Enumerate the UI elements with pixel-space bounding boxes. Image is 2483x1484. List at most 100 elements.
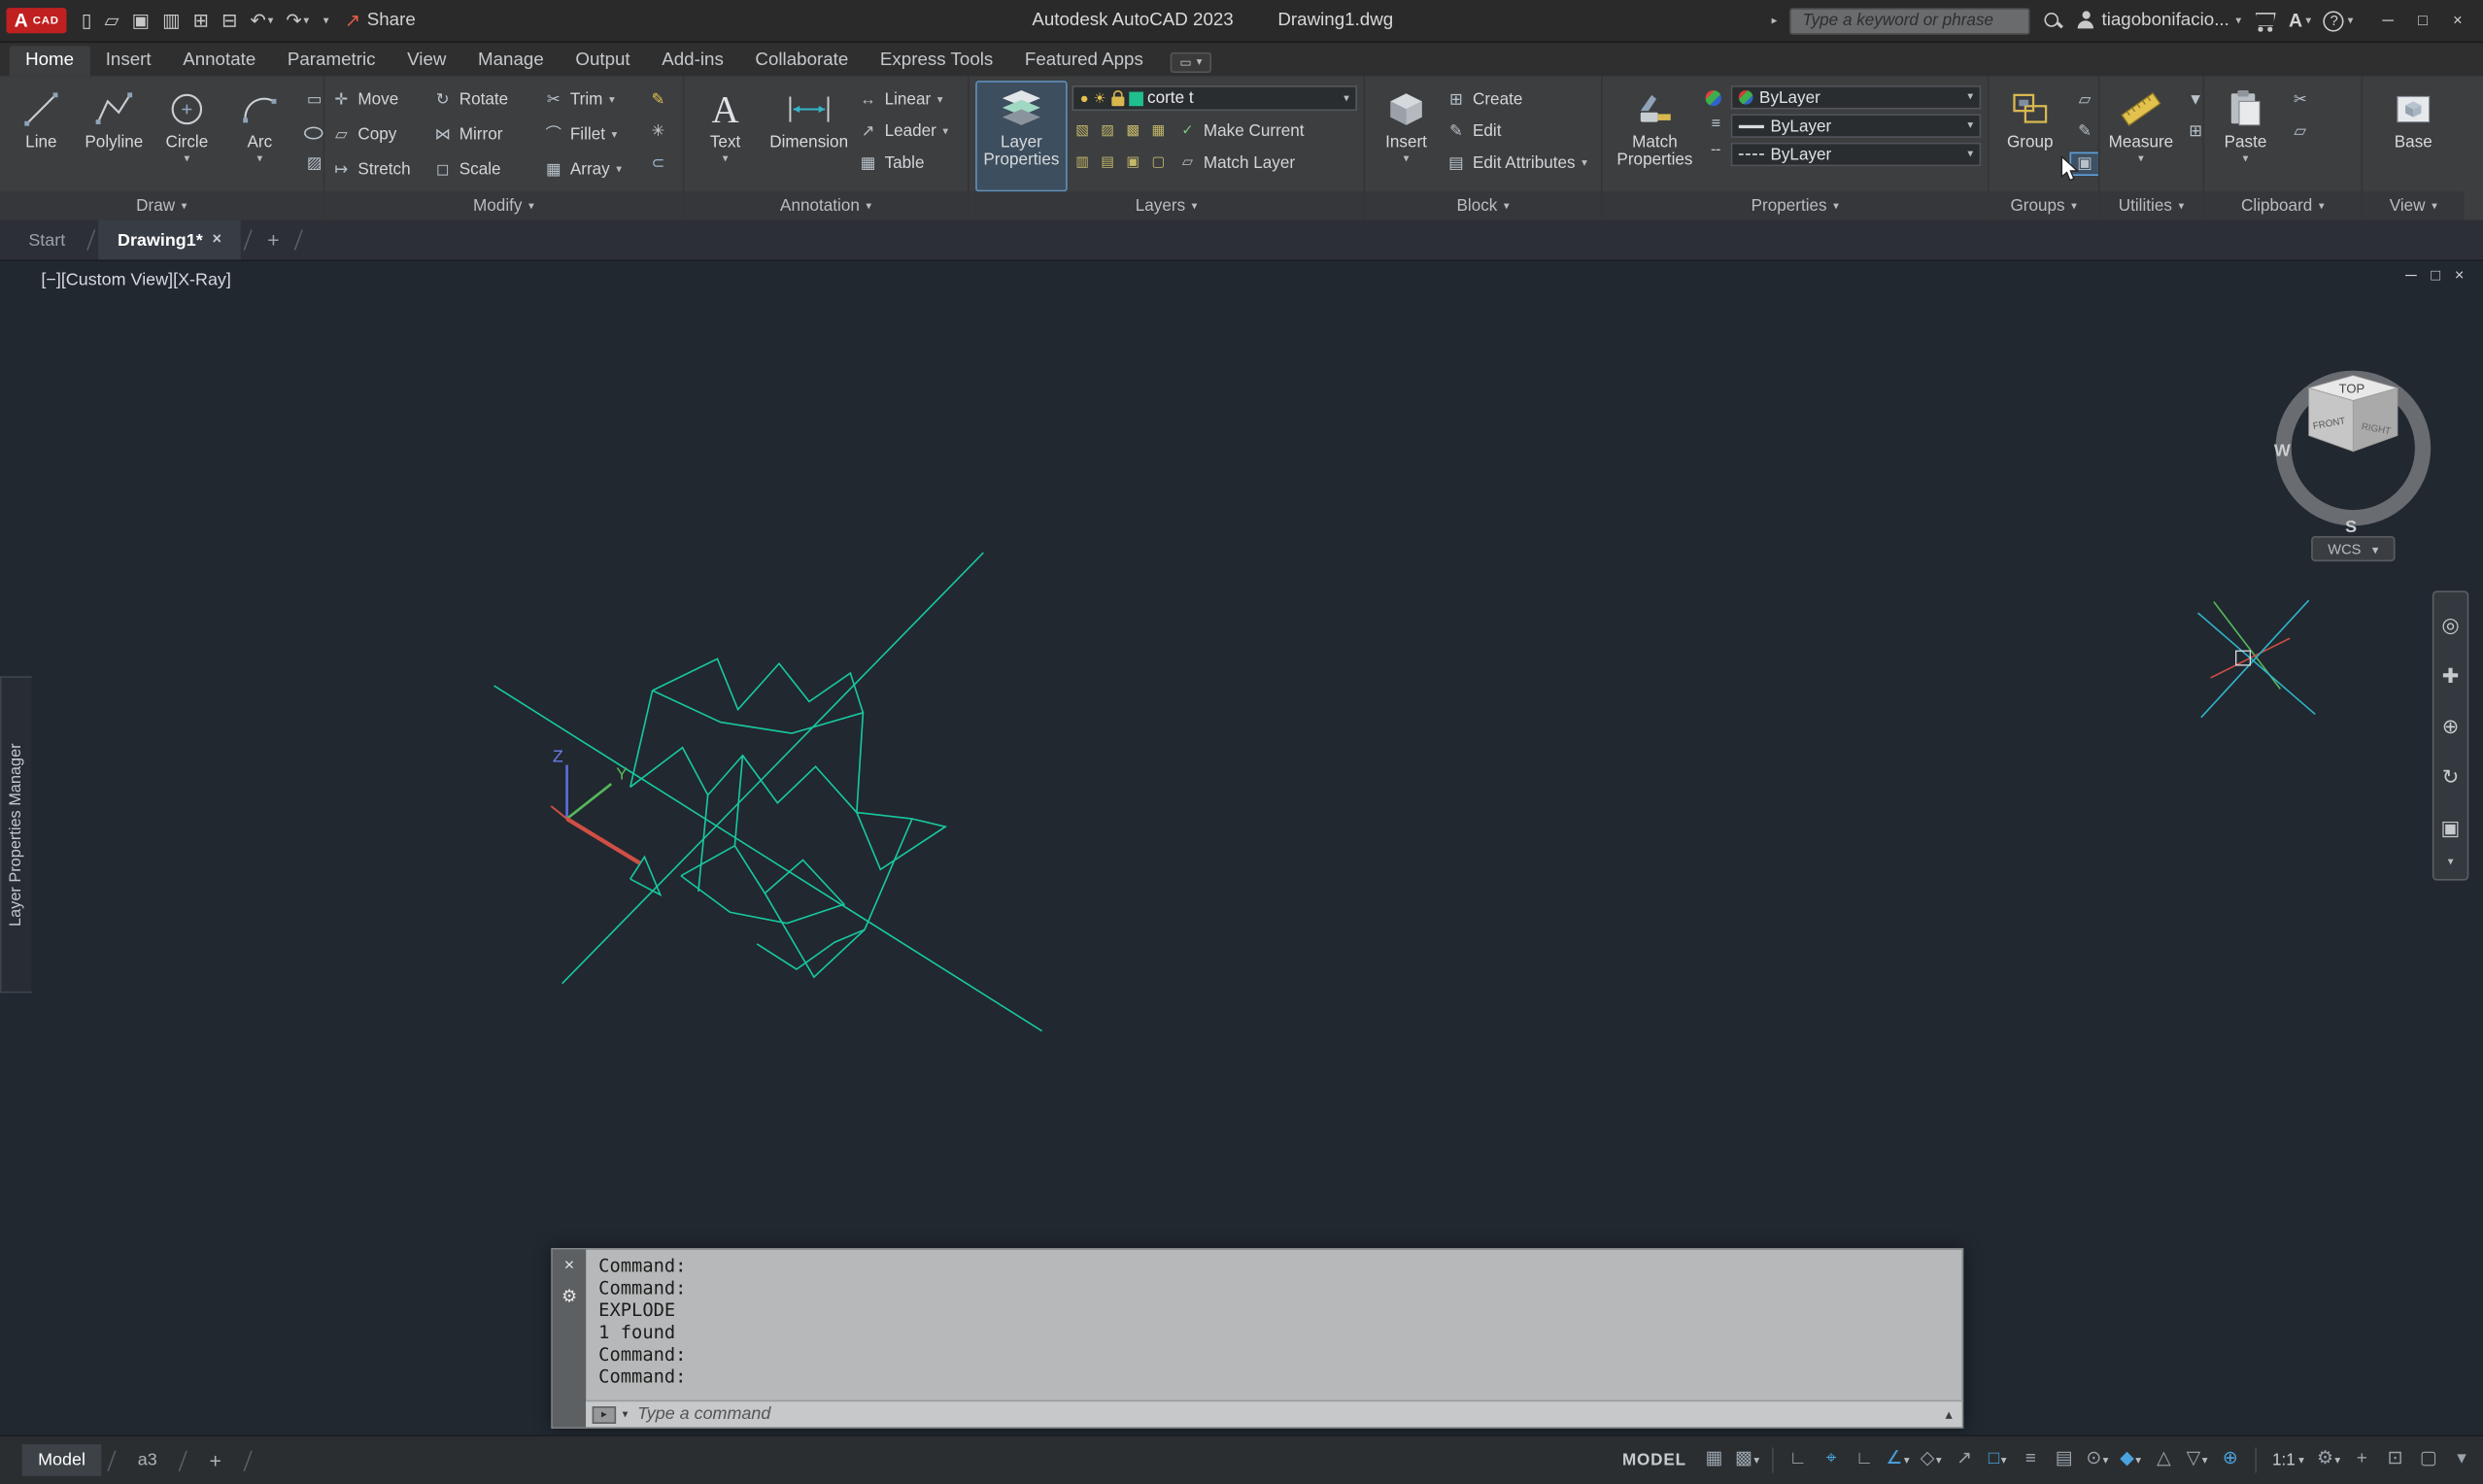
infer-constraints-toggle[interactable]: ∟ [1783,1443,1813,1478]
save-as-button[interactable]: ▥ [157,8,185,33]
orbit-button[interactable]: ↻ [2433,751,2466,801]
paste-button[interactable]: Paste ▾ [2211,81,2281,191]
undo-button[interactable]: ↶ ▾ [246,8,279,33]
selection-cycling-toggle[interactable]: ⊙ ▾ [2082,1443,2112,1478]
block-edit-attributes-button[interactable]: ▤ Edit Attributes ▾ [1446,152,1587,176]
drawing-canvas[interactable]: Z Y [−][Custom View][X-Ray] ─ □ × Layer P… [0,261,2483,1435]
viewport-controls[interactable]: [−][Custom View][X-Ray] [41,271,230,290]
clipboard-cut-button[interactable]: ✂ [2285,88,2315,112]
ribbon-options-button[interactable]: ▭ ▾ [1170,51,1212,74]
properties-color-select[interactable]: ByLayer ▾ [1730,85,1982,110]
layer-freeze-button[interactable]: ▩ [1123,120,1143,141]
circle-button[interactable]: Circle ▾ [152,81,221,191]
selection-filtering-toggle[interactable]: ▽ ▾ [2182,1443,2212,1478]
file-tab-start[interactable]: Start [10,220,85,260]
ribbon-tab-output[interactable]: Output [560,46,646,76]
modify-erase-button[interactable]: ✎ [643,88,673,112]
layer-unlock-button[interactable]: ▢ [1148,152,1169,173]
search-icon[interactable] [2043,11,2063,31]
polar-tracking-toggle[interactable]: ∠ ▾ [1883,1443,1913,1478]
viewcube-west-label[interactable]: W [2274,441,2291,460]
base-button[interactable]: Base [2378,81,2448,191]
modify-fillet-button[interactable]: ⌒ Fillet ▾ [543,123,638,147]
layer-off-button[interactable]: ▧ [1072,120,1093,141]
isodraft-toggle[interactable]: ◇ ▾ [1916,1443,1946,1478]
layer-combo[interactable]: ● ☀ corte t ▾ [1071,85,1357,112]
layer-properties-manager-tab[interactable]: Layer Properties Manager [0,676,32,994]
ribbon-tab-insert[interactable]: Insert [89,46,166,76]
match-properties-button[interactable]: Match Properties [1609,81,1701,191]
ortho-mode-toggle[interactable]: ∟ [1850,1443,1880,1478]
hardware-acceleration-toggle[interactable]: ⊡ [2380,1443,2410,1478]
block-create-button[interactable]: ⊞ Create [1446,88,1587,112]
share-button[interactable]: ↗ Share [338,10,422,32]
arc-button[interactable]: Arc ▾ [224,81,294,191]
view-panel-strip[interactable]: View ▾ [2363,191,2465,220]
modify-mirror-button[interactable]: ⋈ Mirror [432,123,540,147]
cart-icon[interactable] [2254,12,2276,31]
lineweight-toggle[interactable]: ≡ [2016,1443,2046,1478]
layout-tab-a3[interactable]: a3 [121,1444,173,1476]
layer-on-button[interactable]: ▥ [1072,152,1093,173]
clipboard-copy-clip-button[interactable]: ▱ [2285,120,2315,144]
make-current-button[interactable]: ✓ Make Current [1178,118,1304,142]
layer-unisolate-button[interactable]: ▤ [1098,152,1118,173]
annotation-linear-button[interactable]: ↔ Linear ▾ [858,88,948,112]
ribbon-tab-parametric[interactable]: Parametric [272,46,391,76]
wcs-button[interactable]: WCS ▾ [2311,535,2396,562]
ribbon-tab-express-tools[interactable]: Express Tools [865,46,1009,76]
minimize-button[interactable]: ─ [2372,5,2404,37]
text-button[interactable]: A Text ▾ [691,81,761,191]
utilities-panel-strip[interactable]: Utilities ▾ [2099,191,2203,220]
measure-button[interactable]: Measure ▾ [2106,81,2176,191]
layer-properties-button[interactable]: Layer Properties [975,81,1068,192]
history-expand-icon[interactable]: ▴ [1946,1405,1956,1423]
help-button[interactable]: ? ▾ [2324,10,2353,31]
groups-group-edit-button[interactable]: ✎ [2070,120,2098,144]
viewport-minimize-button[interactable]: ─ [2405,268,2417,286]
model-tab[interactable]: Model [21,1444,102,1476]
clipboard-panel-strip[interactable]: Clipboard ▾ [2204,191,2362,220]
ribbon-tab-collaborate[interactable]: Collaborate [739,46,864,76]
utilities-quick-select-button[interactable]: ▼ [2181,88,2202,112]
autodesk-apps-button[interactable]: A ▾ [2289,10,2311,32]
utilities-quick-calculator-button[interactable]: ⊞ [2181,120,2203,144]
viewport-close-button[interactable]: × [2455,268,2465,286]
ribbon-tab-home[interactable]: Home [9,46,90,77]
match-layer-button[interactable]: ▱ Match Layer [1178,151,1295,174]
block-panel-strip[interactable]: Block ▾ [1365,191,1602,220]
layers-panel-strip[interactable]: Layers ▾ [969,191,1364,220]
layer-isolate-button[interactable]: ▨ [1098,120,1118,141]
modify-scale-button[interactable]: ◻ Scale [432,158,540,182]
viewcube-top-label[interactable]: TOP [2339,381,2365,395]
modify-explode-button[interactable]: ✳ [643,120,673,144]
pan-button[interactable]: ✚ [2433,650,2466,700]
modify-offset-button[interactable]: ⊂ [643,152,673,176]
layer-thaw-button[interactable]: ▣ [1123,152,1143,173]
group-button[interactable]: Group [1995,81,2065,191]
snap-mode-toggle[interactable]: ▩ ▾ [1732,1443,1762,1478]
modify-trim-button[interactable]: ✂ Trim ▾ [543,88,638,112]
viewcube-south-label[interactable]: S [2345,517,2357,536]
ribbon-tab-view[interactable]: View [391,46,462,76]
workspace-switching-toggle[interactable]: ⚙ ▾ [2314,1443,2344,1478]
command-wrench-icon[interactable]: ⚙ [561,1289,577,1306]
modify-rotate-button[interactable]: ↻ Rotate [432,88,540,112]
linetype-list-icon[interactable]: ╌ [1706,144,1726,159]
object-snap-tracking-toggle[interactable]: ↗ [1949,1443,1979,1478]
properties-linetype-select[interactable]: ByLayer ▾ [1730,142,1982,167]
zoom-button[interactable]: ⊕ [2433,700,2466,751]
polyline-button[interactable]: Polyline [80,81,150,191]
object-snap-toggle[interactable]: □ ▾ [1983,1443,2013,1478]
viewcube-cube[interactable]: TOP FRONT RIGHT [2307,375,2399,453]
new-file-button[interactable]: ▯ [77,8,97,33]
draw-ellipse-button[interactable]: ▾ [299,120,323,144]
navbar-more-icon[interactable]: ▾ [2448,852,2454,872]
new-drawing-tab-button[interactable]: + [255,220,291,260]
object-snap-3d-toggle[interactable]: ◆ ▾ [2116,1443,2146,1478]
viewport-restore-button[interactable]: □ [2431,268,2440,286]
command-close-icon[interactable]: × [564,1257,574,1275]
recent-commands-icon[interactable]: ▸ [592,1405,617,1424]
model-space-button[interactable]: MODEL [1613,1451,1695,1470]
open-button[interactable]: ▱ [100,8,124,33]
